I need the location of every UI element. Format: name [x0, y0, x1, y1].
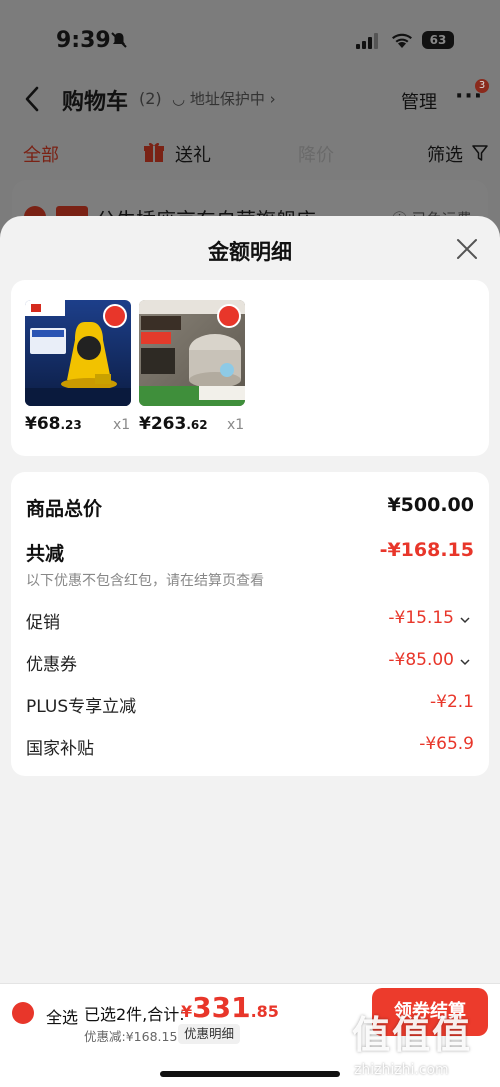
address-protect-link[interactable]: ◡ 地址保护中 ›	[172, 88, 276, 109]
signal-icon	[356, 33, 378, 49]
product-price-dec: .23	[60, 418, 82, 432]
product-price-int: ¥68	[25, 414, 61, 434]
coupon-value: -¥85.00	[388, 650, 454, 670]
watermark-url: zhizhizhi.com	[354, 1062, 449, 1078]
address-protect-label: 地址保护中 ›	[189, 90, 276, 108]
detail-row-reduce: 共减 -¥168.15	[26, 539, 474, 565]
product-selected-check-icon	[103, 304, 127, 328]
product-qty: x1	[227, 417, 245, 433]
detail-row-promo[interactable]: 促销 -¥15.15	[26, 608, 474, 634]
select-all-check-icon[interactable]	[12, 1002, 34, 1024]
watermark: 值值值 zhizhizhi.com	[340, 1000, 500, 1087]
watermark-logo: 值值值	[352, 1013, 473, 1057]
chevron-down-icon	[460, 617, 470, 624]
product-image-rice-cooker	[139, 300, 245, 406]
reduce-value: -¥168.15	[379, 539, 474, 561]
amount-detail-sheet: 金额明细 ¥68.23 x1 ¥263.62 x1 商品总价 ¥500.00 共…	[0, 216, 500, 1087]
tab-price-drop[interactable]: 降价	[298, 141, 334, 167]
promo-value: -¥15.15	[388, 608, 454, 628]
total-dec: .85	[250, 1002, 279, 1021]
cart-page-background: 9:39 63 购物车 (2) ◡ 地址保护中 › 管理 ··· 3 全部 送礼…	[0, 0, 500, 240]
total-value: ¥500.00	[387, 494, 474, 516]
select-all-label[interactable]: 全选	[46, 1004, 78, 1028]
home-indicator	[160, 1071, 340, 1077]
product-selected-check-icon	[217, 304, 241, 328]
status-time: 9:39	[56, 28, 111, 53]
wifi-icon	[392, 33, 412, 48]
subsidy-label: 国家补贴	[26, 739, 94, 759]
tab-gift[interactable]: 送礼	[175, 141, 211, 167]
coupon-label: 优惠券	[26, 655, 77, 675]
shield-smile-icon: ◡	[172, 90, 190, 108]
discount-text: 优惠减:¥168.15	[84, 1029, 178, 1044]
product-qty: x1	[113, 417, 131, 433]
plus-value: -¥2.1	[430, 692, 474, 712]
product-card: ¥68.23 x1 ¥263.62 x1	[11, 280, 489, 456]
detail-row-plus: PLUS专享立减 -¥2.1	[26, 692, 474, 718]
total-label: 商品总价	[26, 498, 103, 520]
close-icon[interactable]	[456, 238, 478, 260]
tab-all[interactable]: 全部	[23, 141, 59, 167]
product-price-dec: .62	[186, 418, 208, 432]
plus-label: PLUS专享立减	[26, 697, 137, 717]
bell-mute-icon	[111, 32, 127, 48]
status-bar: 9:39 63	[0, 0, 500, 80]
selected-summary: 已选2件,合计:	[84, 1005, 185, 1024]
back-arrow-icon[interactable]	[24, 86, 40, 112]
reduce-label: 共减	[26, 543, 65, 565]
more-badge: 3	[474, 78, 490, 94]
total-amount: ¥331.85	[181, 991, 279, 1024]
subsidy-value: -¥65.9	[419, 734, 474, 754]
cart-nav-bar: 购物车 (2) ◡ 地址保护中 › 管理 ··· 3	[0, 78, 500, 122]
chevron-down-icon	[460, 659, 470, 666]
product-price-int: ¥263	[139, 414, 187, 434]
detail-row-coupon[interactable]: 优惠券 -¥85.00	[26, 650, 474, 676]
detail-row-subsidy: 国家补贴 -¥65.9	[26, 734, 474, 760]
filter-tabs: 全部 送礼 降价 筛选	[0, 135, 500, 169]
promo-label: 促销	[26, 613, 60, 633]
total-int: 331	[192, 991, 251, 1024]
filter-funnel-icon	[472, 145, 488, 161]
product-image-socket	[25, 300, 131, 406]
manage-button[interactable]: 管理	[401, 88, 437, 114]
page-title: 购物车	[62, 90, 129, 115]
discount-detail-button[interactable]: 优惠明细	[178, 1024, 241, 1044]
gift-icon	[144, 142, 164, 162]
sheet-title: 金额明细	[208, 240, 292, 264]
total-currency: ¥	[181, 1002, 193, 1021]
product-price: ¥263.62	[139, 414, 208, 434]
product-price: ¥68.23	[25, 414, 82, 434]
amount-detail-card: 商品总价 ¥500.00 共减 -¥168.15 以下优惠不包含红包，请在结算页…	[11, 472, 489, 776]
cart-count: (2)	[139, 89, 162, 108]
battery-icon: 63	[422, 31, 454, 49]
discount-note: 以下优惠不包含红包，请在结算页查看	[26, 573, 264, 589]
detail-row-total: 商品总价 ¥500.00	[26, 494, 474, 520]
tab-filter[interactable]: 筛选	[427, 141, 463, 167]
